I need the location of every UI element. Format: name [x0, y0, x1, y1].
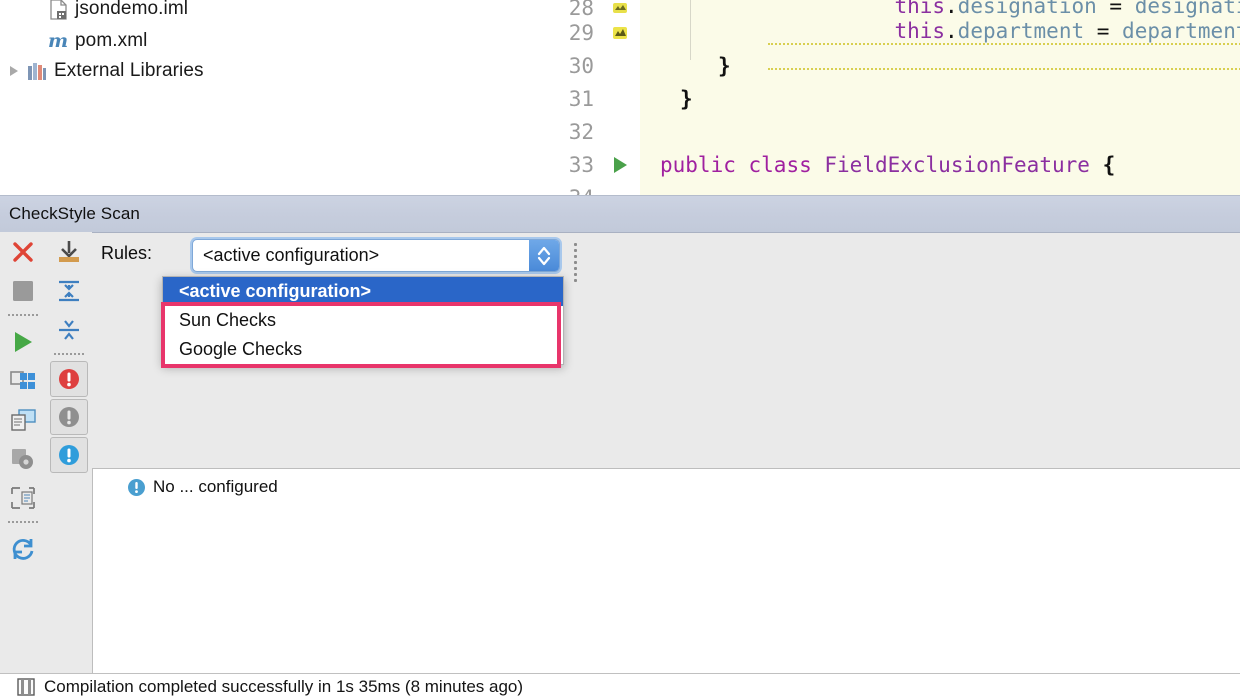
tree-item-label: jsondemo.iml [75, 0, 189, 19]
export-icon[interactable] [46, 232, 92, 271]
code-line-31: } [680, 82, 693, 115]
libraries-icon [25, 62, 49, 81]
code-token: this [894, 19, 946, 43]
status-bar: Compilation completed successfully in 1s… [0, 673, 1240, 698]
rules-label: Rules: [101, 242, 153, 263]
stop-icon[interactable] [0, 271, 46, 310]
scan-project-icon[interactable] [0, 400, 46, 439]
tree-item-label: External Libraries [54, 60, 204, 81]
line-number: 34 [548, 186, 594, 196]
close-icon[interactable] [0, 232, 46, 271]
rules-dropdown-list[interactable]: <active configuration> Sun Checks Google… [162, 276, 564, 365]
scan-custom-scope-icon[interactable] [0, 478, 46, 517]
project-tree-panel: jsondemo.iml m pom.xml External Librarie… [0, 0, 548, 195]
run-scan-icon[interactable] [0, 322, 46, 361]
gutter-line-32: 32 [548, 115, 640, 148]
scan-result-message: No ... configured [153, 477, 278, 496]
code-token: department [957, 19, 1085, 43]
compile-status-icon [17, 677, 35, 696]
gutter-line-31: 31 [548, 82, 640, 115]
dropdown-option-sun-checks[interactable]: Sun Checks [163, 306, 563, 335]
toolbar-drag-handle[interactable] [574, 243, 578, 282]
checkstyle-scan-panel: CheckStyle Scan No ... configured Rules: [0, 195, 1240, 698]
code-token: class [748, 152, 812, 177]
line-number: 32 [568, 119, 594, 144]
top-region: jsondemo.iml m pom.xml External Librarie… [0, 0, 1240, 195]
file-iml-icon [46, 0, 70, 20]
code-line-29: this.department = department; [768, 16, 1240, 70]
ide-window: jsondemo.iml m pom.xml External Librarie… [0, 0, 1240, 698]
code-line-30: } [718, 49, 731, 82]
code-token: = [1084, 19, 1123, 43]
rules-combobox-value: <active configuration> [203, 245, 380, 265]
gutter-line-34: 34 [548, 181, 640, 196]
line-number: 31 [568, 86, 594, 111]
checkstyle-panel-titlebar[interactable]: CheckStyle Scan [0, 195, 1240, 233]
line-number: 30 [568, 53, 594, 78]
code-token: public [660, 152, 736, 177]
run-gutter-icon[interactable] [594, 156, 640, 174]
code-token: department; [1122, 19, 1240, 43]
filter-warnings-icon[interactable] [50, 399, 88, 435]
tree-item-pom-xml[interactable]: m pom.xml [46, 27, 148, 55]
maven-m-icon: m [47, 30, 69, 52]
code-token: . [945, 19, 958, 43]
chevron-right-icon[interactable] [3, 65, 25, 77]
info-icon [127, 478, 146, 497]
line-number: 33 [568, 152, 594, 177]
chevron-updown-icon[interactable] [529, 240, 559, 271]
tree-item-external-libraries[interactable]: External Libraries [3, 57, 204, 85]
expand-all-icon[interactable] [46, 271, 92, 310]
code-token: } [718, 53, 731, 78]
inspection-warning-icon[interactable] [594, 1, 640, 15]
scan-module-icon[interactable] [0, 361, 46, 400]
scan-changed-files-icon[interactable] [0, 439, 46, 478]
code-token: { [1102, 152, 1116, 177]
code-token: } [680, 86, 693, 111]
rules-combobox[interactable]: <active configuration> [192, 239, 560, 272]
refresh-icon[interactable] [0, 529, 46, 568]
toolbar-separator [8, 521, 38, 525]
line-number: 29 [568, 20, 594, 45]
tree-item-label: pom.xml [75, 30, 148, 51]
toolbar-separator [54, 353, 84, 357]
editor-gutter[interactable]: 28 29 30 31 32 33 [548, 0, 640, 195]
toolbar-separator [8, 314, 38, 318]
status-message: Compilation completed successfully in 1s… [44, 676, 524, 696]
scan-results-tree[interactable]: No ... configured [92, 468, 1240, 698]
toolbar-column-right [46, 232, 92, 475]
code-editor[interactable]: 28 29 30 31 32 33 this.designation = des… [548, 0, 1240, 195]
filter-info-icon[interactable] [50, 437, 88, 473]
gutter-line-30: 30 [548, 49, 640, 82]
collapse-all-icon[interactable] [46, 310, 92, 349]
tree-item-jsondemo-iml[interactable]: jsondemo.iml [46, 0, 188, 23]
scan-result-message-row[interactable]: No ... configured [127, 477, 278, 497]
checkstyle-toolbar [0, 232, 92, 673]
toolbar-column-left [0, 232, 46, 568]
gutter-line-33: 33 [548, 148, 640, 181]
gutter-line-29: 29 [548, 16, 640, 49]
code-token: FieldExclusionFeature [824, 152, 1090, 177]
filter-errors-icon[interactable] [50, 361, 88, 397]
dropdown-option-active-configuration[interactable]: <active configuration> [163, 277, 563, 306]
inspection-warning-icon[interactable] [594, 26, 640, 40]
panel-title: CheckStyle Scan [9, 204, 140, 223]
code-line-33: public class FieldExclusionFeature { [660, 148, 1115, 181]
dropdown-option-google-checks[interactable]: Google Checks [163, 335, 563, 364]
